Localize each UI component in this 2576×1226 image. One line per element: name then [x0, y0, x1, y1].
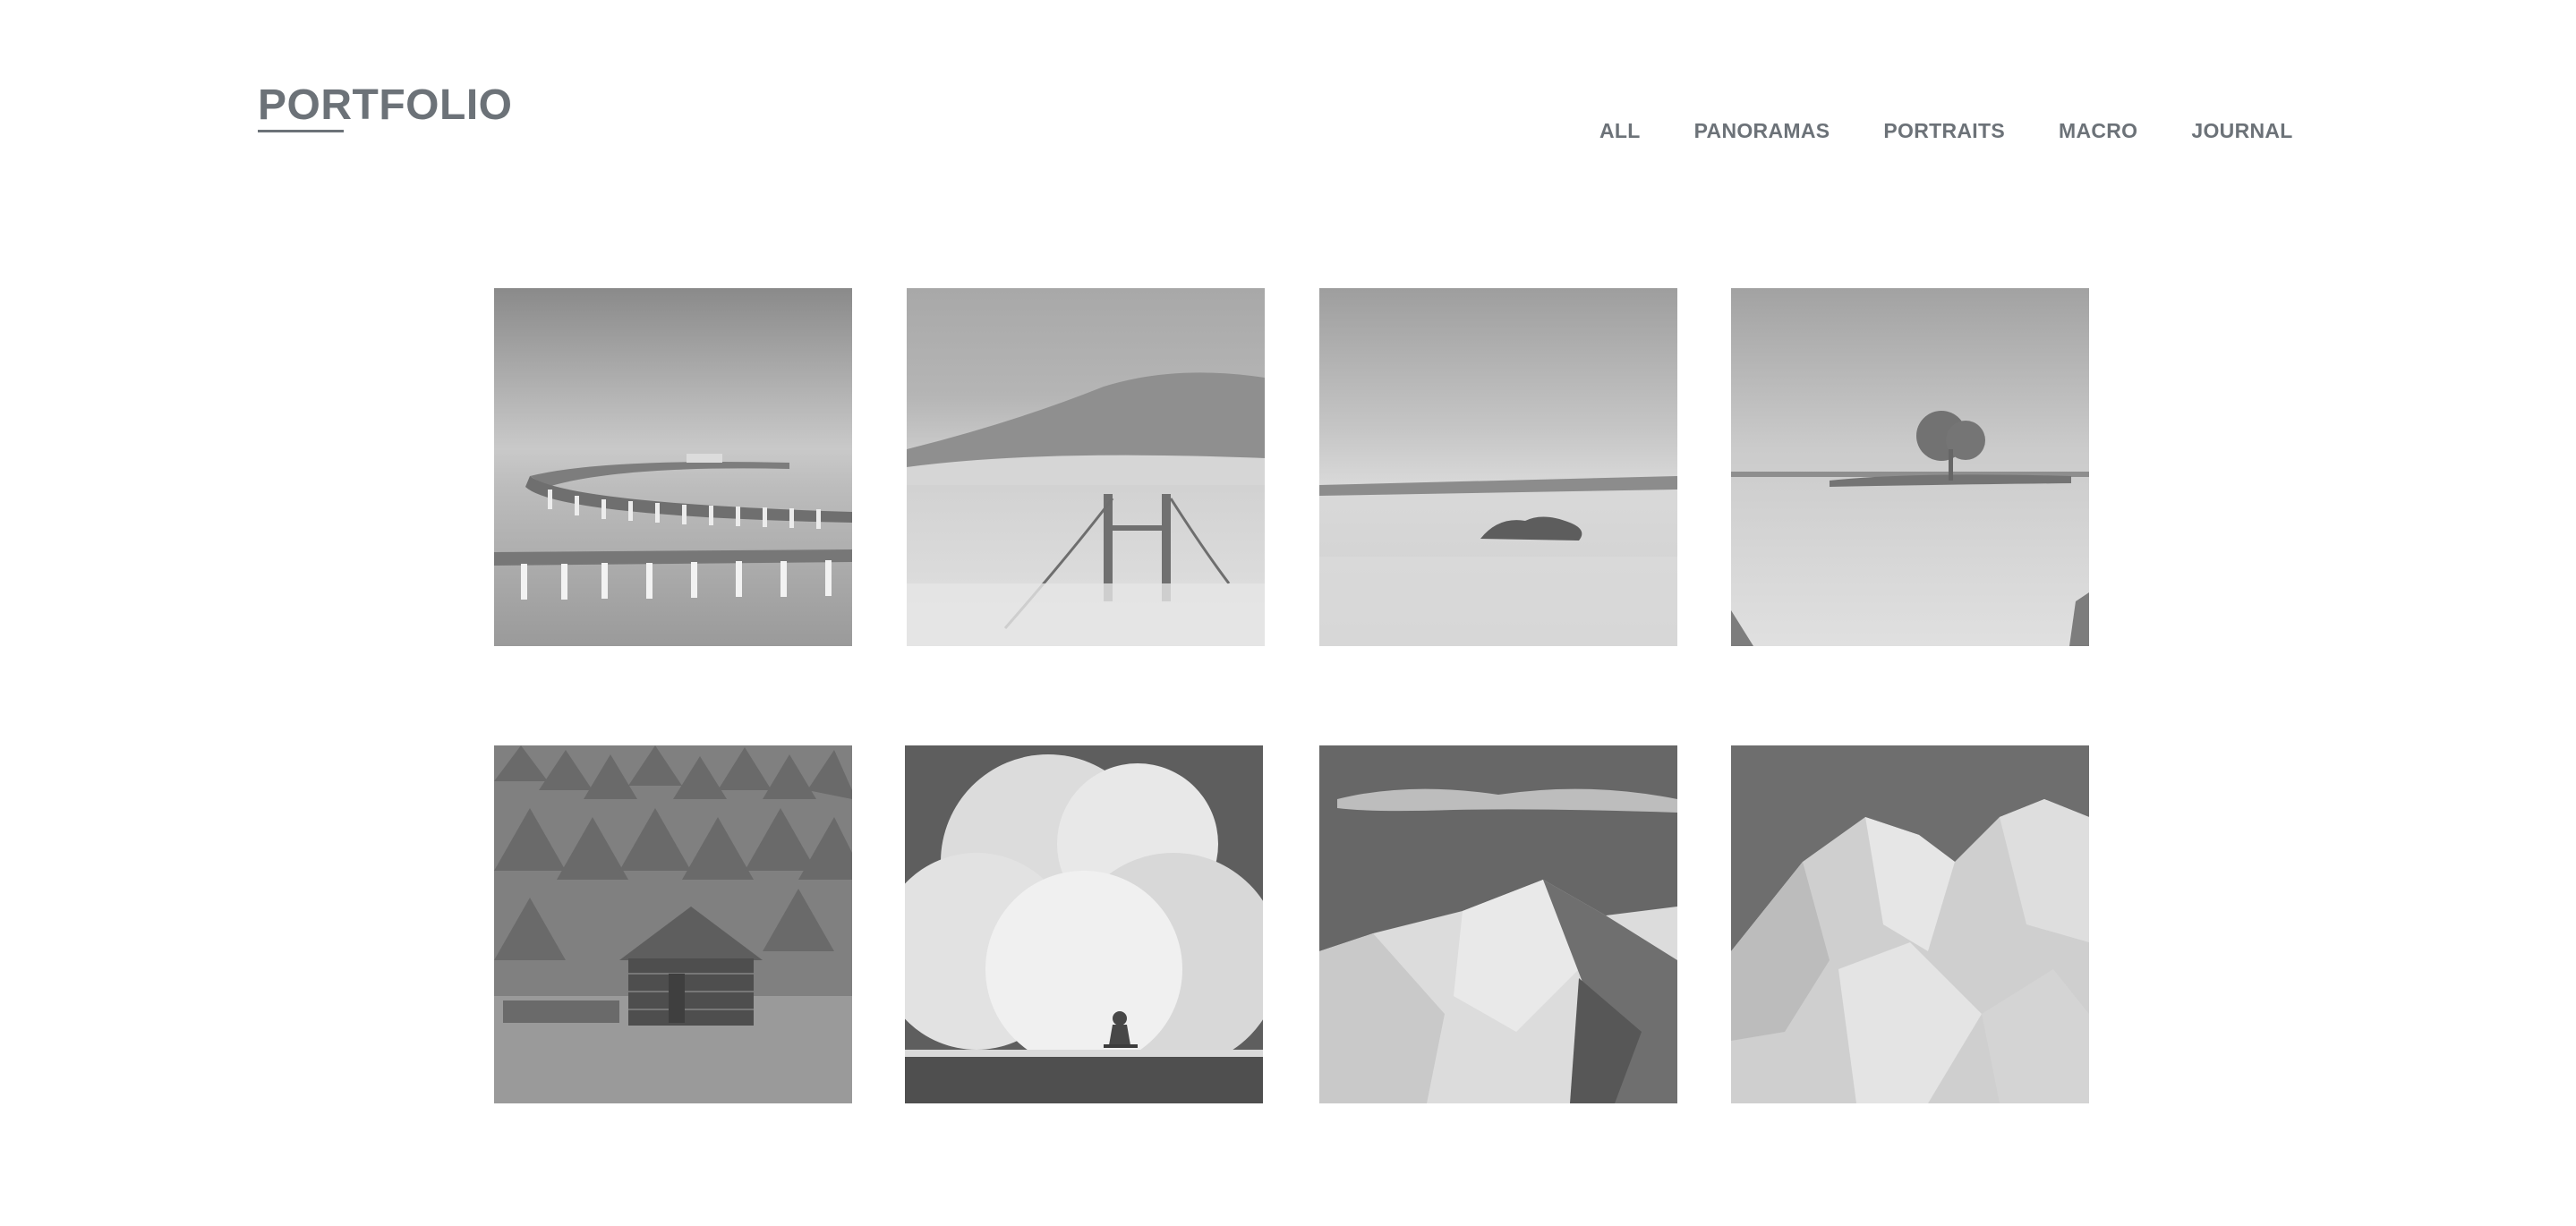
pier-photo	[494, 288, 852, 646]
logo-text: PORTFOLIO	[258, 81, 513, 129]
wave-surfer-photo	[905, 745, 1263, 1103]
gallery-tile-snowy-ridge[interactable]	[1731, 745, 2089, 1103]
gallery-tile-pier[interactable]	[494, 288, 852, 646]
nav-item-panoramas[interactable]: PANORAMAS	[1694, 118, 1830, 143]
gallery-tile-wave-surfer[interactable]	[905, 745, 1263, 1103]
logo-underline	[258, 130, 344, 132]
lone-tree-island-photo	[1731, 288, 2089, 646]
main-nav: ALL PANORAMAS PORTRAITS MACRO JOURNAL	[1599, 118, 2293, 143]
gallery-tile-fog-bridge[interactable]	[907, 288, 1265, 646]
nav-item-all[interactable]: ALL	[1599, 118, 1641, 143]
nav-item-macro[interactable]: MACRO	[2059, 118, 2137, 143]
rock-island-seascape-photo	[1319, 288, 1677, 646]
snowy-ridge-photo	[1731, 745, 2089, 1103]
forest-cabin-photo	[494, 745, 852, 1103]
nav-item-portraits[interactable]: PORTRAITS	[1883, 118, 2005, 143]
gallery-tile-lone-tree[interactable]	[1731, 288, 2089, 646]
nav-item-journal[interactable]: JOURNAL	[2191, 118, 2292, 143]
snowy-peak-photo	[1319, 745, 1677, 1103]
gallery-tile-forest-cabin[interactable]	[494, 745, 852, 1103]
gallery-tile-snowy-peak[interactable]	[1319, 745, 1677, 1103]
site-logo[interactable]: PORTFOLIO	[258, 81, 513, 132]
gallery-tile-rock-island[interactable]	[1319, 288, 1677, 646]
fog-bridge-photo	[907, 288, 1265, 646]
